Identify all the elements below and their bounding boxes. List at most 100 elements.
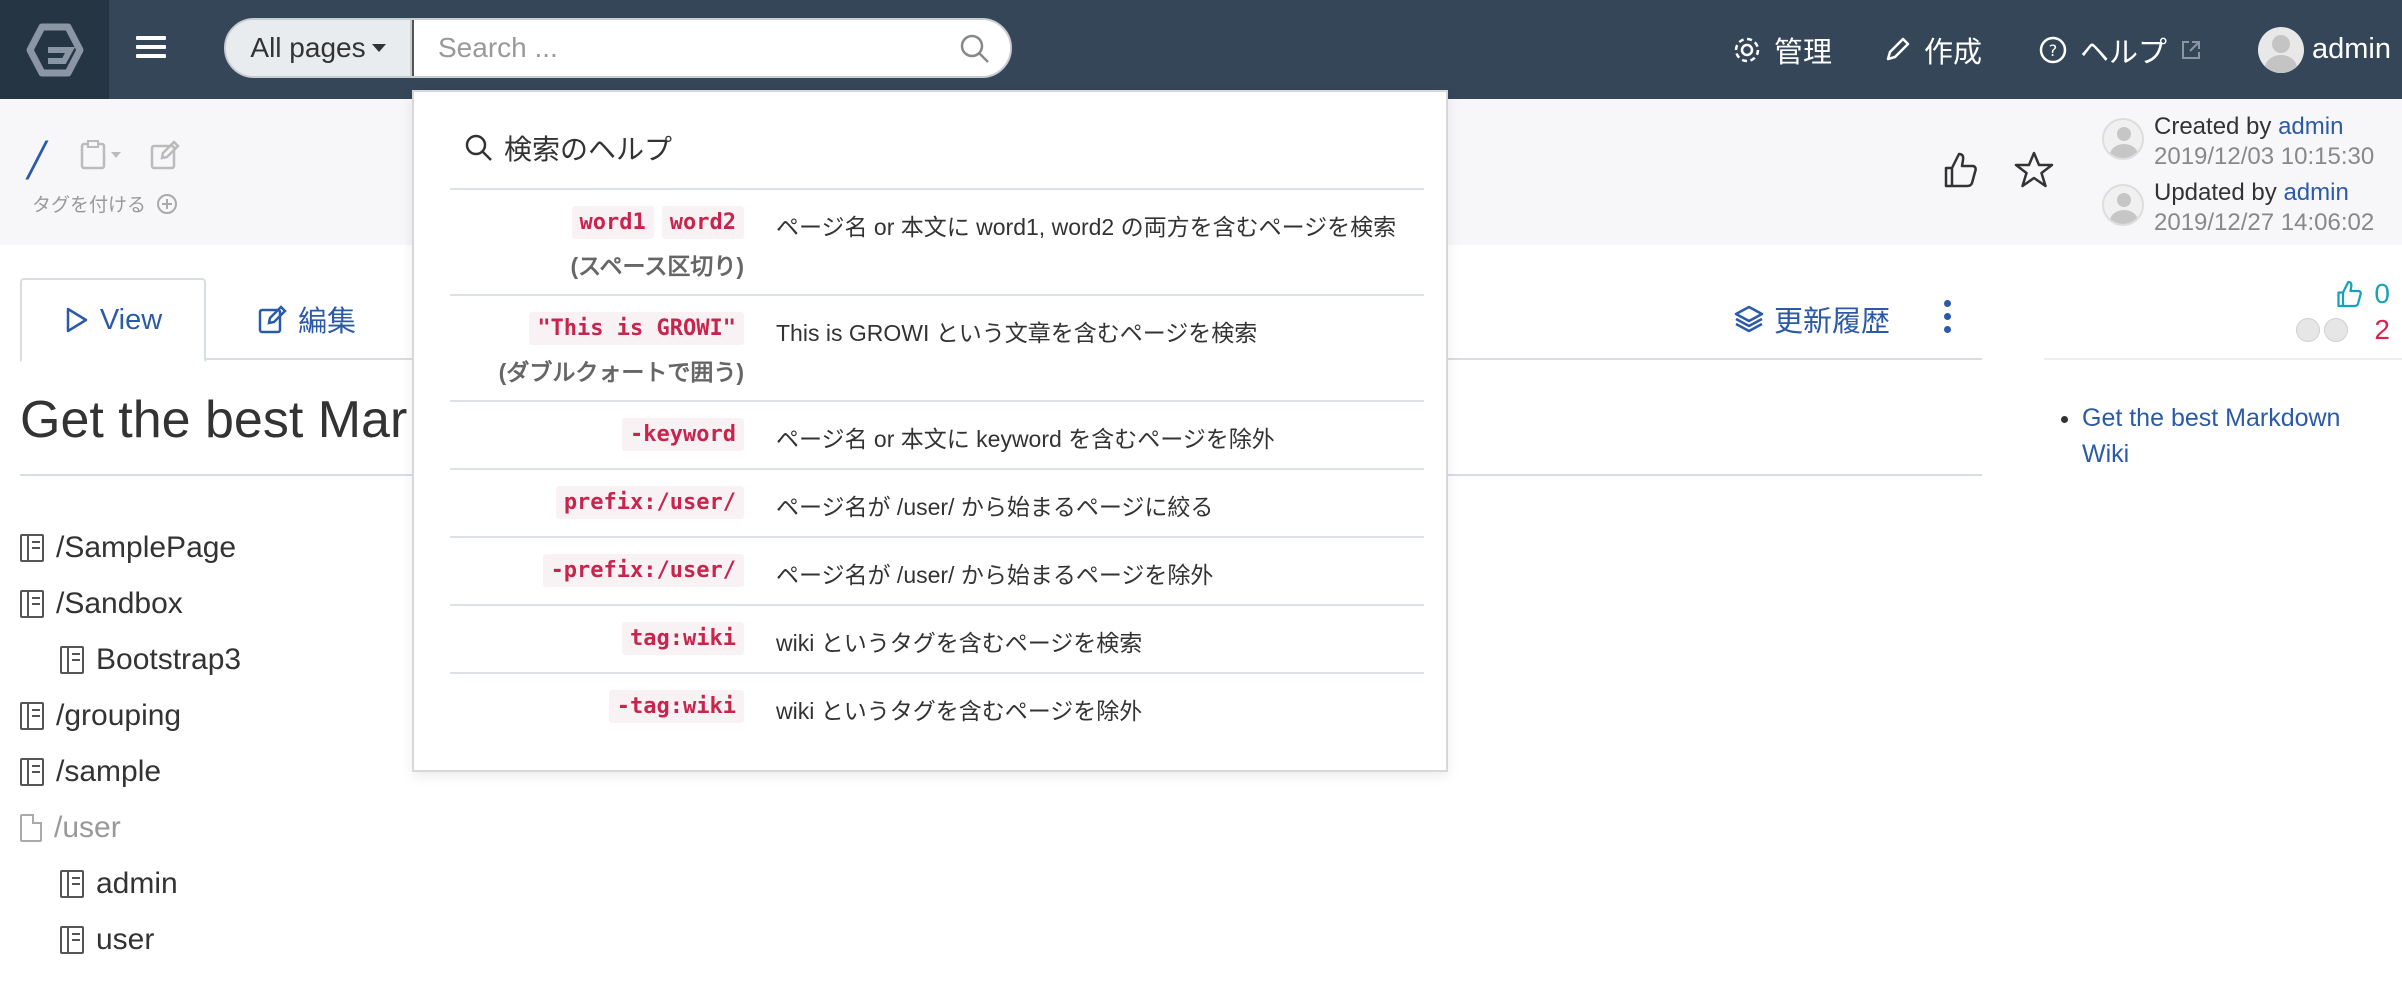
notebook-icon [60, 870, 84, 898]
toc-item[interactable]: Get the best Markdown Wiki [2082, 400, 2384, 472]
help-row: -tag:wiki wiki というタグを含むページを除外 [450, 672, 1424, 740]
top-navbar: All pages 管理 作成 ? [0, 0, 2402, 99]
notebook-icon [20, 590, 44, 618]
search-scope-dropdown[interactable]: All pages [226, 20, 412, 76]
tab-history-label: 更新履歴 [1774, 306, 1891, 338]
growi-logo[interactable] [0, 0, 109, 99]
tree-item-label: /Sandbox [56, 587, 183, 620]
external-link-icon [2182, 40, 2201, 59]
user-name: admin [2312, 33, 2391, 65]
help-desc: ページ名 or 本文に word1, word2 の両方を含むページを検索 [776, 214, 1397, 240]
created-label: Created by [2154, 113, 2272, 140]
notebook-icon [20, 702, 44, 730]
creator-avatar [2102, 118, 2144, 160]
search-help-header: 検索のヘルプ [464, 128, 672, 168]
like-count-row[interactable]: 0 [2300, 276, 2390, 312]
seen-count: 2 [2374, 314, 2390, 345]
tab-view[interactable]: View [20, 278, 206, 362]
created-info: Created by admin 2019/12/03 10:15:30 [2102, 112, 2374, 172]
plus-circle-icon[interactable] [156, 193, 178, 215]
page-stats: 0 2 [2296, 276, 2390, 348]
search-help-title: 検索のヘルプ [504, 134, 673, 165]
search-icon[interactable] [958, 32, 992, 66]
play-icon [66, 307, 88, 333]
updated-info: Updated by admin 2019/12/27 14:06:02 [2102, 178, 2374, 238]
search-icon [465, 134, 492, 161]
updated-user-link[interactable]: admin [2283, 179, 2348, 206]
help-nav-link[interactable]: ? ヘルプ [2038, 0, 2203, 99]
question-circle-icon: ? [2039, 36, 2067, 63]
notebook-icon [20, 758, 44, 786]
tree-item[interactable]: /user [20, 800, 241, 856]
updated-date: 2019/12/27 14:06:02 [2154, 209, 2375, 236]
keyword-sample: prefix:/user/ [555, 486, 744, 519]
svg-text:?: ? [2049, 41, 2058, 60]
gear-icon [1734, 37, 1760, 62]
thumbs-up-icon[interactable] [1940, 150, 1980, 190]
created-date: 2019/12/03 10:15:30 [2154, 143, 2375, 170]
tree-item[interactable]: admin [60, 856, 241, 912]
tab-history[interactable]: 更新履歴 [1704, 278, 1920, 360]
user-avatar [2258, 26, 2304, 73]
search-help-table: word1 word2 (スペース区切り) ページ名 or 本文に word1, … [450, 188, 1424, 740]
search-input[interactable] [412, 20, 1010, 76]
tab-edit[interactable]: 編集 [228, 278, 386, 360]
help-row: -keyword ページ名 or 本文に keyword を含むページを除外 [450, 400, 1424, 468]
tree-item[interactable]: /sample [20, 744, 241, 800]
keyword-sample: -keyword [622, 418, 744, 451]
admin-nav-link[interactable]: 管理 [1732, 0, 1832, 99]
create-nav-label: 作成 [1924, 36, 1983, 69]
edit-icon [258, 305, 287, 334]
pencil-icon [1886, 37, 1910, 60]
page-path[interactable]: / [28, 126, 44, 193]
page-header-tools [80, 140, 182, 170]
help-row: -prefix:/user/ ページ名が /user/ から始まるページを除外 [450, 536, 1424, 604]
notebook-icon [60, 646, 84, 674]
tree-item[interactable]: user [60, 912, 241, 968]
seen-count-row[interactable]: 2 [2296, 312, 2390, 348]
keyword-note: (スペース区切り) [570, 253, 744, 279]
help-desc: This is GROWI という文章を含むページを検索 [776, 320, 1258, 346]
tag-label: タグを付ける [32, 195, 147, 216]
tree-item-label: /user [54, 811, 121, 844]
page-reactions [1940, 150, 2054, 190]
updated-label: Updated by [2154, 179, 2277, 206]
tree-item-label: user [96, 923, 155, 956]
tab-edit-label: 編集 [298, 306, 357, 338]
user-menu[interactable]: admin [2258, 0, 2391, 99]
like-count: 0 [2374, 278, 2390, 309]
admin-nav-label: 管理 [1774, 36, 1833, 69]
tree-item[interactable]: Bootstrap3 [60, 632, 241, 688]
toc-item-label: Get the best Markdown Wiki [2082, 404, 2341, 468]
keyword-note: (ダブルクォートで囲う) [498, 359, 744, 385]
help-desc: ページ名 or 本文に keyword を含むページを除外 [776, 426, 1275, 452]
tree-item-label: /grouping [56, 699, 182, 732]
hamburger-menu-icon[interactable] [136, 34, 166, 60]
tree-item-label: Bootstrap3 [96, 643, 242, 676]
tree-item-label: /sample [56, 755, 162, 788]
tree-item-label: /SamplePage [56, 531, 237, 564]
help-row: word1 word2 (スペース区切り) ページ名 or 本文に word1, … [450, 188, 1424, 294]
more-options-icon[interactable] [1944, 300, 1952, 333]
keyword-sample: "This is GROWI" [529, 312, 744, 345]
star-icon[interactable] [2014, 150, 2054, 190]
help-desc: ページ名が /user/ から始まるページを除外 [776, 562, 1214, 588]
help-desc: ページ名が /user/ から始まるページに絞る [776, 494, 1214, 520]
updater-avatar [2102, 184, 2144, 226]
edit-square-icon[interactable] [150, 140, 182, 170]
tree-item-label: admin [96, 867, 178, 900]
tree-item[interactable]: /Sandbox [20, 576, 241, 632]
clipboard-icon[interactable] [80, 140, 124, 170]
help-desc: wiki というタグを含むページを除外 [776, 698, 1143, 724]
tree-item[interactable]: /grouping [20, 688, 241, 744]
create-nav-link[interactable]: 作成 [1882, 0, 1982, 99]
created-user-link[interactable]: admin [2278, 113, 2343, 140]
help-nav-label: ヘルプ [2080, 36, 2168, 69]
tag-editor[interactable]: タグを付ける [32, 190, 178, 217]
caret-down-icon [371, 44, 386, 52]
help-row: "This is GROWI" (ダブルクォートで囲う) This is GRO… [450, 294, 1424, 400]
notebook-icon [60, 926, 84, 954]
page-tree: /SamplePage /Sandbox Bootstrap3 /groupin… [20, 520, 241, 968]
keyword-sample: -tag:wiki [608, 690, 744, 723]
tree-item[interactable]: /SamplePage [20, 520, 241, 576]
